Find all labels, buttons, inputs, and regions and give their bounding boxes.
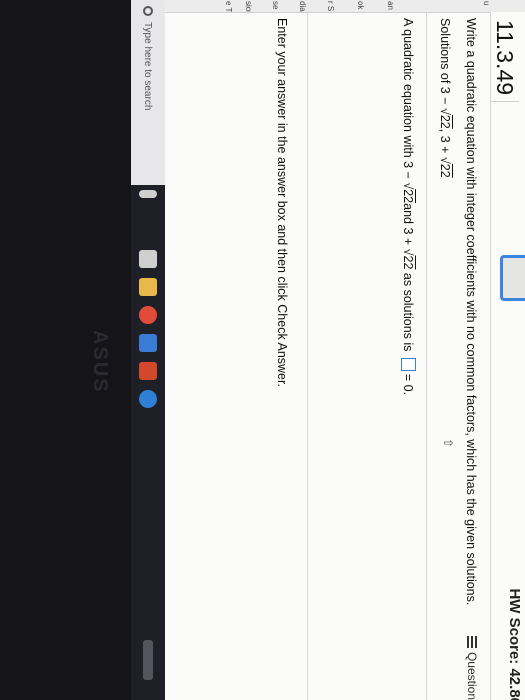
mouse-cursor-icon: ⇧ <box>441 438 455 449</box>
left-strip-text: ok <box>356 1 365 10</box>
laptop-bezel: ASUS <box>0 0 131 700</box>
store-icon[interactable] <box>139 334 157 352</box>
equation-prefix: A quadratic equation with 3 − √ <box>401 18 416 190</box>
problem-instructions: Write a quadratic equation with integer … <box>464 18 478 606</box>
list-icon <box>467 635 477 648</box>
taskbar-search[interactable]: Type here to search <box>131 0 165 185</box>
answer-input-box[interactable] <box>401 357 416 371</box>
radicand: 22 <box>438 114 452 129</box>
solutions-line: Solutions of 3 − √22, 3 + √22 <box>438 18 452 178</box>
left-strip-text: u <box>482 1 491 6</box>
chrome-icon[interactable] <box>139 306 157 324</box>
rotated-screen: u an ok r S dia se C sion e To 11.3.49 H… <box>0 0 525 700</box>
powerpoint-icon[interactable] <box>139 362 157 380</box>
left-strip-text: an <box>386 1 395 10</box>
frame-marker <box>500 255 525 301</box>
edge-icon[interactable] <box>139 390 157 408</box>
left-strip-text: e To <box>224 1 233 13</box>
left-sidebar-cutoff: u an ok r S dia se C sion e To <box>165 0 525 13</box>
equation-end: = 0. <box>401 373 416 396</box>
left-strip-text: dia <box>298 1 307 12</box>
cortana-icon <box>143 6 153 16</box>
solutions-prefix: Solutions of 3 − √ <box>438 18 452 115</box>
divider <box>307 12 308 700</box>
enter-answer-note: Enter your answer in the answer box and … <box>275 18 289 387</box>
left-strip-text: se C <box>271 1 280 13</box>
equation-mid: and 3 + √ <box>401 203 416 256</box>
equation-suffix: as solutions is <box>401 269 416 355</box>
task-view-icon[interactable] <box>139 250 157 268</box>
radicand: 22 <box>401 255 416 270</box>
problem-header: 11.3.49 HW Score: 42.86 <box>490 12 525 700</box>
problem-number: 11.3.49 <box>491 18 519 103</box>
left-strip-text: sion <box>244 1 253 13</box>
radicand: 22 <box>401 189 416 204</box>
question-menu-label: Question <box>465 651 479 700</box>
equation-line: A quadratic equation with 3 − √ 22 and 3 … <box>401 18 416 395</box>
windows-taskbar: Type here to search <box>131 0 165 700</box>
solutions-mid: , 3 + √ <box>438 128 452 164</box>
radicand: 22 <box>438 163 452 178</box>
hw-score: HW Score: 42.86 <box>506 588 523 700</box>
homework-page: u an ok r S dia se C sion e To 11.3.49 H… <box>165 0 525 700</box>
system-tray-icon[interactable] <box>143 640 153 680</box>
search-placeholder: Type here to search <box>142 22 154 111</box>
divider <box>426 12 427 700</box>
question-menu-button[interactable]: Question <box>465 635 479 700</box>
brand-logo: ASUS <box>89 330 111 394</box>
left-strip-text: r S <box>326 1 335 12</box>
mic-icon[interactable] <box>139 190 157 198</box>
file-explorer-icon[interactable] <box>139 278 157 296</box>
